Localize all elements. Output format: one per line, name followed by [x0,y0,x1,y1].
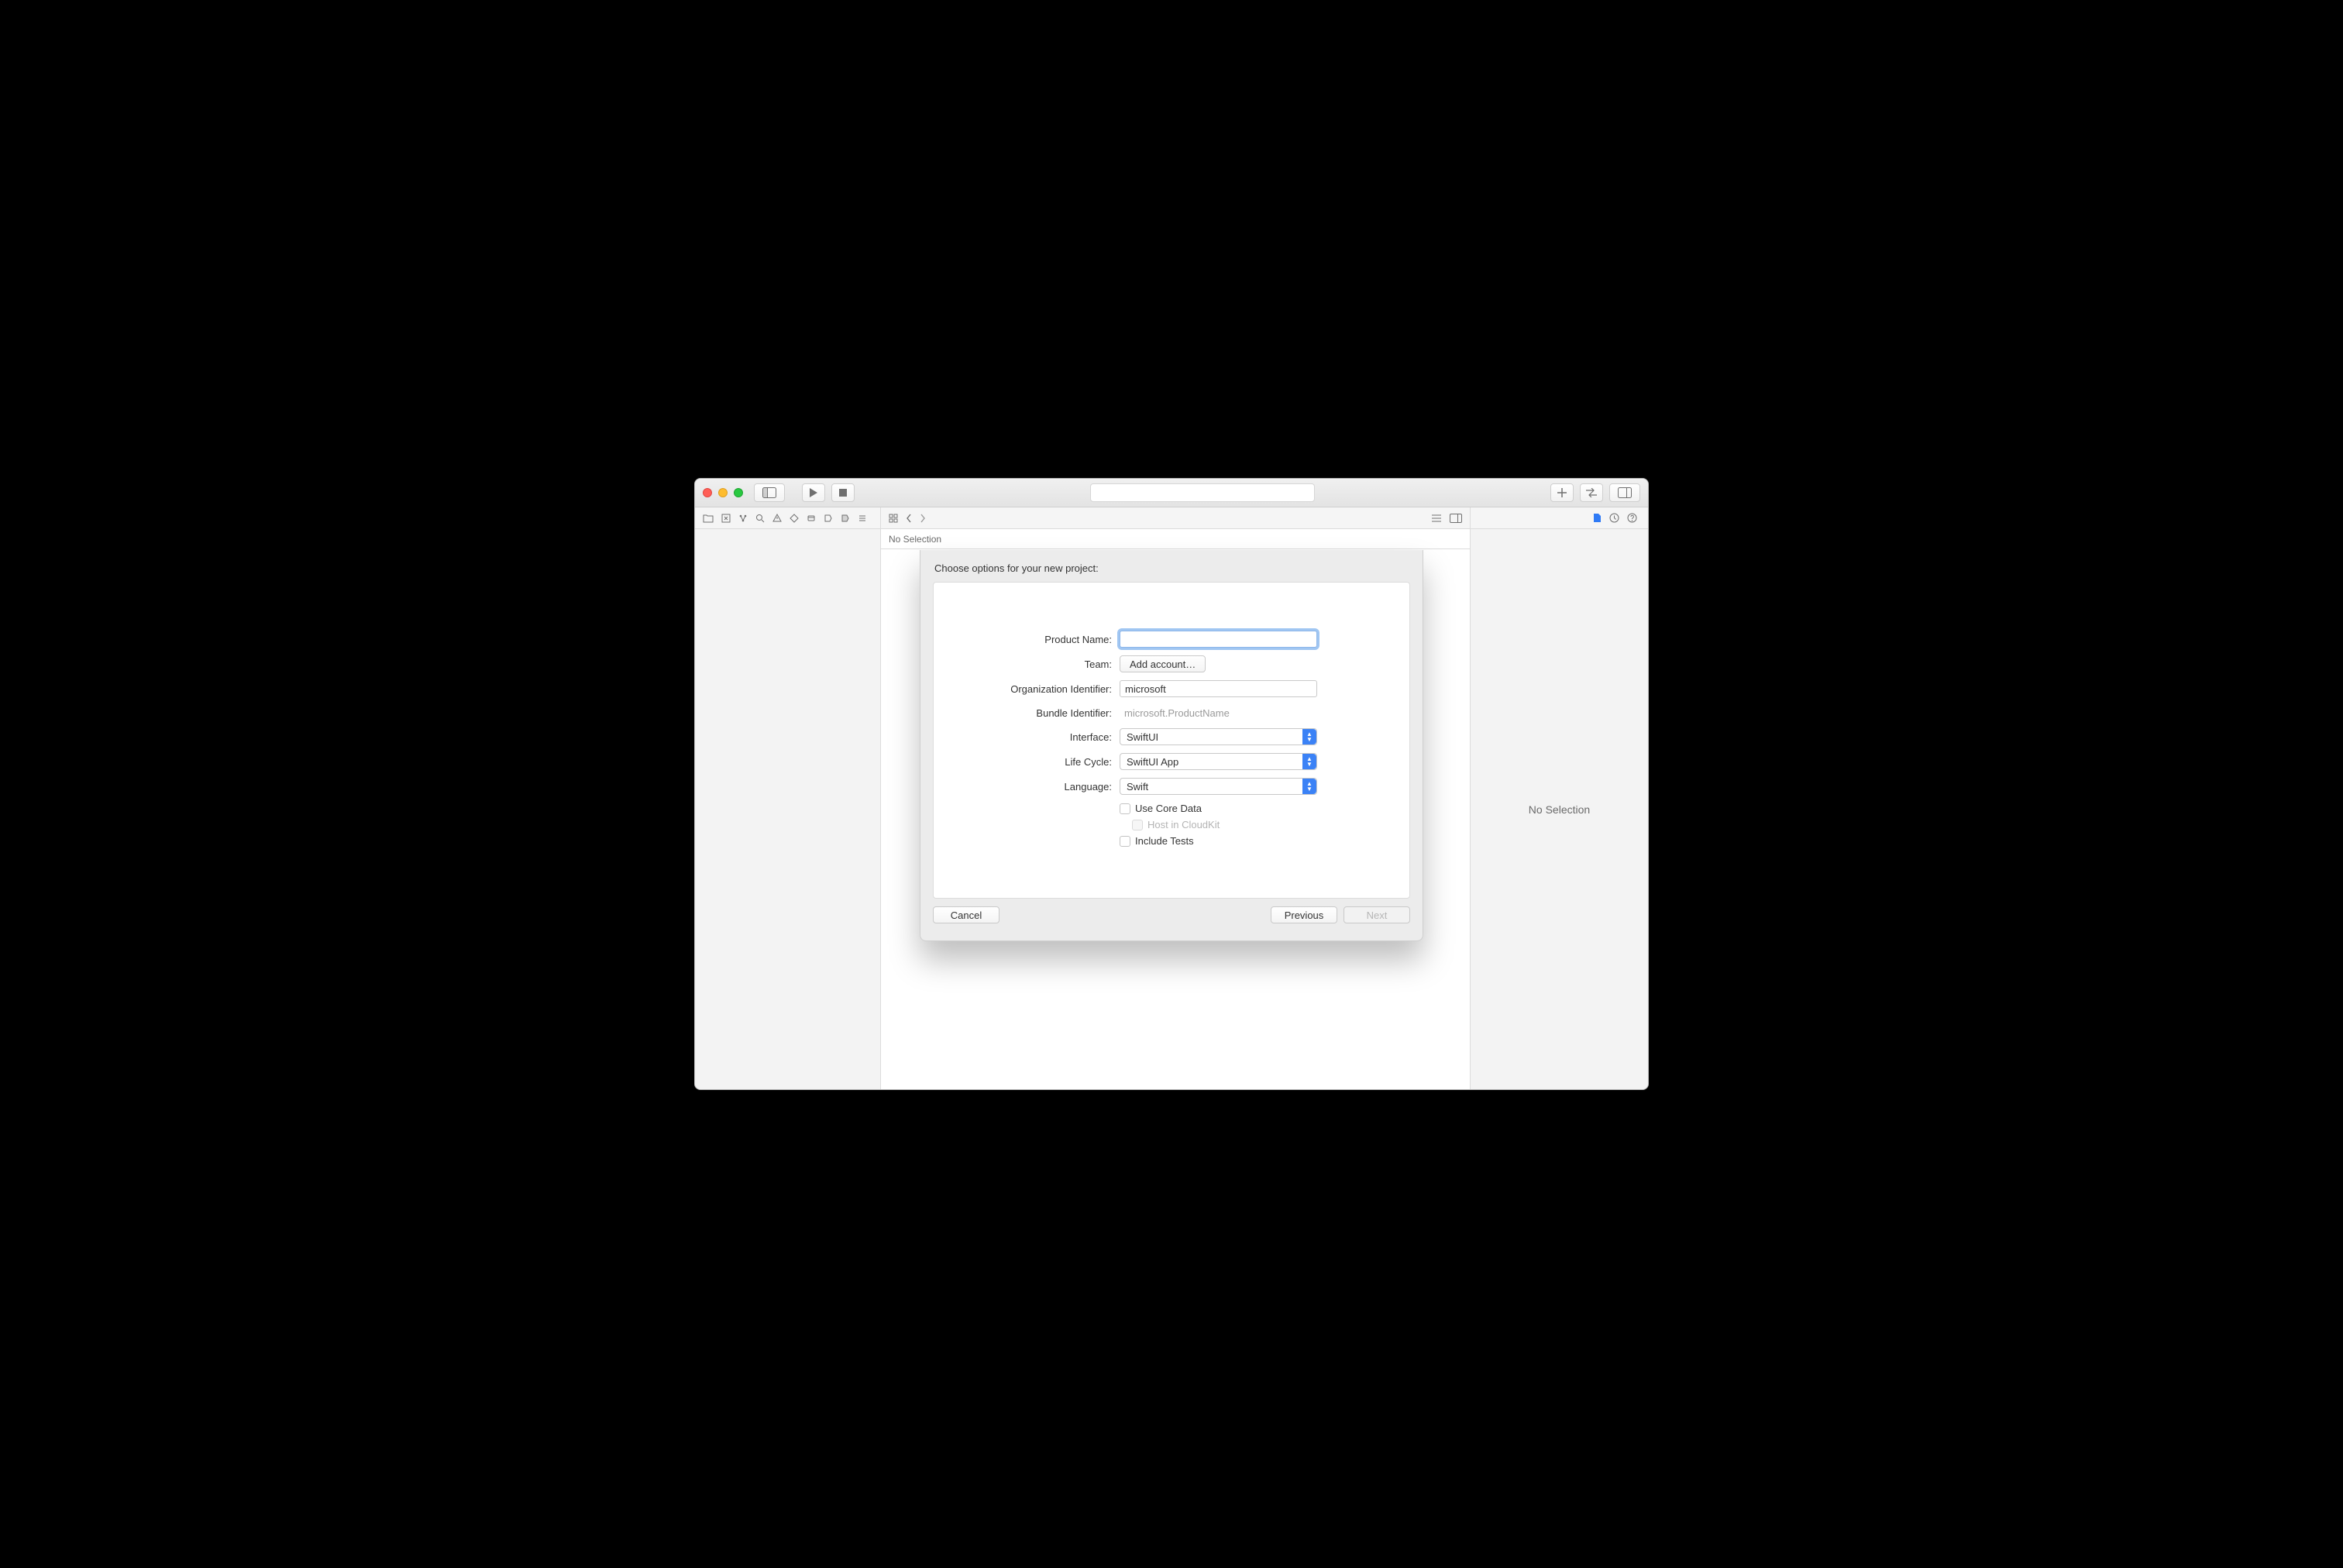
interface-label: Interface: [965,731,1112,743]
org-id-input[interactable]: microsoft [1120,680,1317,697]
help-inspector-icon[interactable] [1627,513,1637,523]
editor-options-icon[interactable] [1431,514,1442,523]
project-options-form: Product Name: Team: Add account… Organiz… [965,631,1378,847]
language-label: Language: [965,781,1112,793]
add-account-button[interactable]: Add account… [1120,655,1206,672]
use-core-data-checkbox[interactable]: Use Core Data [1120,803,1352,814]
sheet-title: Choose options for your new project: [920,550,1423,582]
life-cycle-label: Life Cycle: [965,756,1112,768]
chevron-updown-icon: ▲▼ [1302,729,1316,744]
forward-icon[interactable] [920,514,926,523]
inspector-panel: No Selection [1470,529,1648,1089]
team-label: Team: [965,658,1112,670]
life-cycle-select[interactable]: SwiftUI App ▲▼ [1120,753,1317,770]
plus-icon [1557,488,1567,497]
inspector-empty-text: No Selection [1529,803,1590,816]
previous-label: Previous [1285,910,1324,921]
sheet-footer: Cancel Previous Next [920,899,1423,940]
secondary-toolbar [695,507,1648,529]
titlebar [695,479,1648,507]
navigator-panel [695,529,881,1089]
adjust-editor-icon[interactable] [1450,514,1462,523]
host-cloudkit-checkbox: Host in CloudKit [1132,819,1352,830]
checkbox-icon [1120,836,1130,847]
library-button[interactable] [1550,483,1574,502]
minimize-icon[interactable] [718,488,728,497]
file-inspector-icon[interactable] [1593,513,1602,523]
include-tests-checkbox[interactable]: Include Tests [1120,835,1352,847]
org-id-value: microsoft [1125,683,1166,695]
cancel-label: Cancel [951,910,982,921]
sheet-body: Product Name: Team: Add account… Organiz… [933,582,1410,899]
language-select[interactable]: Swift ▲▼ [1120,778,1317,795]
close-icon[interactable] [703,488,712,497]
include-tests-label: Include Tests [1135,835,1194,847]
org-id-label: Organization Identifier: [965,683,1112,695]
back-icon[interactable] [906,514,912,523]
language-value: Swift [1127,781,1148,793]
toggle-right-panel-button[interactable] [1609,483,1640,502]
breakpoints-icon[interactable] [824,514,833,523]
sidebar-left-icon [762,487,776,498]
navigator-tabs [695,507,881,528]
related-items-icon[interactable] [889,514,898,523]
xcode-window: No Selection No Selection Choose options… [694,478,1649,1090]
window-controls [703,488,748,497]
history-inspector-icon[interactable] [1609,513,1619,523]
reports-icon[interactable] [841,514,850,523]
tests-icon[interactable] [790,514,799,523]
run-button[interactable] [802,483,825,502]
mini-list-icon[interactable] [858,514,867,523]
use-core-data-label: Use Core Data [1135,803,1202,814]
folder-icon[interactable] [703,514,714,523]
interface-select[interactable]: SwiftUI ▲▼ [1120,728,1317,745]
add-account-label: Add account… [1130,658,1196,670]
next-button: Next [1344,906,1410,923]
bundle-id-value: microsoft.ProductName [1120,705,1352,720]
new-project-sheet: Choose options for your new project: Pro… [920,550,1423,941]
play-icon [810,488,817,497]
document-bar: No Selection [881,529,1470,549]
inspector-tabs [1470,507,1648,528]
chevron-updown-icon: ▲▼ [1302,754,1316,769]
next-label: Next [1367,910,1388,921]
life-cycle-value: SwiftUI App [1127,756,1178,768]
checkbox-icon [1132,820,1143,830]
symbols-icon[interactable] [738,514,748,523]
host-cloudkit-label: Host in CloudKit [1147,819,1220,830]
sidebar-right-icon [1618,487,1632,498]
interface-value: SwiftUI [1127,731,1158,743]
bundle-id-label: Bundle Identifier: [965,707,1112,719]
stop-icon [839,489,847,497]
activity-viewer [1090,483,1315,502]
search-icon[interactable] [755,514,765,523]
document-bar-text: No Selection [889,534,941,545]
window-body: No Selection No Selection Choose options… [695,529,1648,1089]
product-name-label: Product Name: [965,634,1112,645]
chevron-updown-icon: ▲▼ [1302,779,1316,794]
compare-arrows-icon [1585,488,1598,497]
zoom-icon[interactable] [734,488,743,497]
issues-icon[interactable] [772,514,782,523]
cancel-button[interactable]: Cancel [933,906,999,923]
code-review-button[interactable] [1580,483,1603,502]
debug-icon[interactable] [807,514,816,523]
source-control-icon[interactable] [721,514,731,523]
toggle-left-panel-button[interactable] [754,483,785,502]
stop-button[interactable] [831,483,855,502]
checkbox-icon [1120,803,1130,814]
editor-tabs [881,507,1470,528]
product-name-input[interactable] [1120,631,1317,648]
previous-button[interactable]: Previous [1271,906,1337,923]
